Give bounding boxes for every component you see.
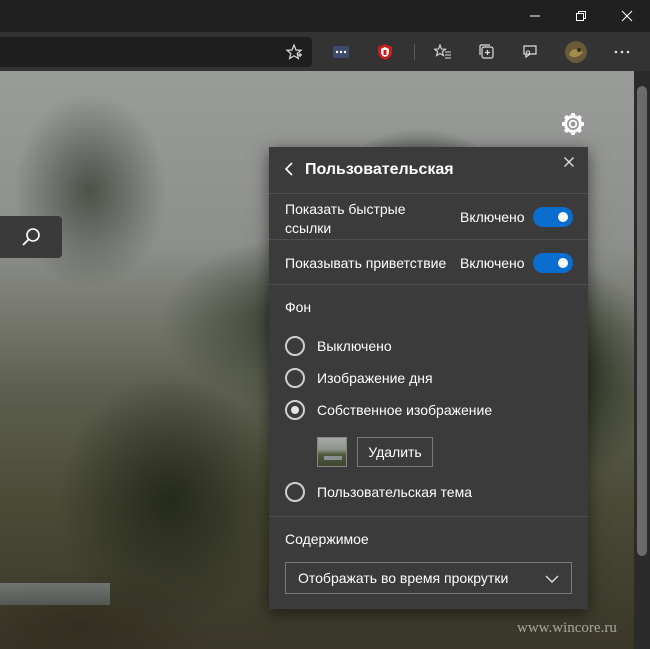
profile-avatar[interactable] — [561, 38, 591, 66]
greeting-state: Включено — [460, 255, 525, 271]
feedback-icon[interactable] — [515, 38, 545, 66]
customize-panel: Пользовательская Показать быстрые ссылки… — [269, 147, 588, 609]
panel-title: Пользовательская — [305, 161, 454, 178]
background-option-off[interactable]: Выключено — [285, 335, 392, 357]
background-water — [0, 583, 110, 605]
restore-icon[interactable] — [558, 0, 604, 32]
background-option-image-of-day[interactable]: Изображение дня — [285, 367, 433, 389]
close-icon[interactable] — [604, 0, 650, 32]
radio-button[interactable] — [285, 482, 305, 502]
quick-links-toggle[interactable] — [533, 207, 573, 227]
content-heading: Содержимое — [285, 531, 369, 547]
greeting-row: Показывать приветствие Включено — [269, 239, 588, 285]
search-icon — [22, 228, 40, 246]
collections-icon[interactable] — [472, 38, 502, 66]
radio-button-checked[interactable] — [285, 400, 305, 420]
scrollbar-thumb[interactable] — [637, 86, 647, 556]
back-chevron-icon[interactable] — [279, 159, 299, 179]
quick-links-row: Показать быстрые ссылки Включено — [269, 193, 588, 240]
radio-label: Выключено — [317, 338, 392, 354]
background-option-custom-image[interactable]: Собственное изображение — [285, 399, 492, 421]
radio-button[interactable] — [285, 336, 305, 356]
address-bar[interactable] — [0, 37, 312, 67]
radio-button[interactable] — [285, 368, 305, 388]
quick-links-state: Включено — [460, 209, 525, 225]
more-menu-icon[interactable] — [607, 38, 637, 66]
content-section: Содержимое Отображать во время прокрутки — [269, 516, 588, 610]
favorites-list-icon[interactable] — [428, 38, 458, 66]
content-display-dropdown[interactable]: Отображать во время прокрутки — [285, 562, 572, 594]
title-bar — [0, 0, 650, 32]
radio-label: Собственное изображение — [317, 402, 493, 418]
panel-header: Пользовательская — [269, 147, 588, 193]
page-settings-gear-icon[interactable] — [560, 111, 586, 137]
background-option-custom-theme[interactable]: Пользовательская тема — [285, 481, 472, 503]
radio-label: Пользовательская тема — [317, 484, 472, 500]
delete-image-button[interactable]: Удалить — [357, 437, 433, 467]
favorite-star-icon[interactable] — [279, 38, 309, 66]
search-button[interactable] — [0, 216, 62, 258]
toolbar-separator — [414, 44, 415, 60]
dropdown-value: Отображать во время прокрутки — [298, 570, 509, 586]
watermark: www.wincore.ru — [517, 620, 617, 636]
panel-close-icon[interactable] — [558, 151, 580, 173]
greeting-toggle[interactable] — [533, 253, 573, 273]
radio-label: Изображение дня — [317, 370, 433, 386]
greeting-label: Показывать приветствие — [285, 255, 447, 271]
minimize-icon[interactable] — [512, 0, 558, 32]
custom-image-thumbnail — [317, 437, 347, 467]
background-heading: Фон — [285, 299, 312, 315]
extension-icon[interactable] — [326, 38, 356, 66]
shield-extension-icon[interactable] — [370, 38, 400, 66]
chevron-down-icon — [545, 572, 559, 586]
quick-links-label: Показать быстрые ссылки — [285, 201, 406, 236]
background-section: Фон Выключено Изображение дня Собственно… — [269, 284, 588, 517]
